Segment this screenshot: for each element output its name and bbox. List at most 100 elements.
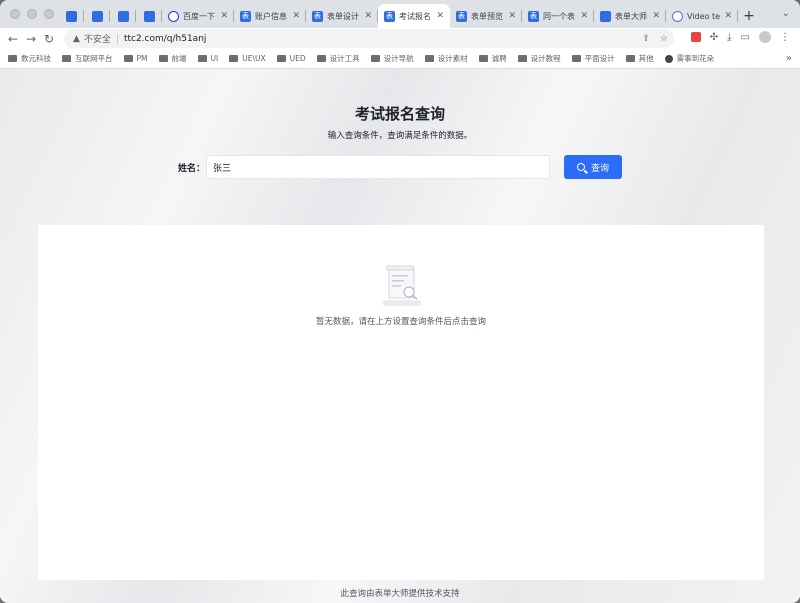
bookmark-label: 设计导航 bbox=[383, 54, 414, 63]
doc-icon bbox=[600, 10, 611, 22]
toolbar-actions: ✣ ⤓ ▭ ⋮ bbox=[690, 31, 790, 43]
bookmark-item[interactable]: 设计导航 bbox=[370, 53, 414, 64]
bookmarks-bar: 数元科技 互联网平台 PM 前端 UI UE\UX UED 设计工具 设计导航 设计素材 诚聘 设计教… bbox=[0, 49, 800, 69]
name-input[interactable] bbox=[206, 155, 550, 179]
page-content: 考试报名查询 输入查询条件，查询满足条件的数据。 姓名： 查询 暂无数据，请在上… bbox=[0, 69, 800, 603]
back-arrow-icon[interactable]: ← bbox=[4, 32, 22, 46]
bookmark-item[interactable]: 设计素材 bbox=[424, 53, 468, 64]
menu-kebab-icon[interactable]: ⋮ bbox=[780, 32, 790, 43]
extension-icon[interactable] bbox=[690, 32, 701, 42]
download-icon[interactable]: ⤓ bbox=[727, 32, 731, 43]
bookmark-item[interactable]: 数元科技 bbox=[8, 53, 51, 64]
tab-9[interactable]: 表同一个表 ✕ bbox=[522, 4, 594, 28]
bookmark-label: 设计素材 bbox=[437, 54, 468, 63]
puzzle-icon[interactable]: ✣ bbox=[710, 32, 718, 43]
folder-icon bbox=[571, 55, 581, 62]
minimize-window-button[interactable] bbox=[27, 9, 37, 19]
tab-6[interactable]: 表表单设计 ✕ bbox=[306, 4, 378, 28]
bookmark-item[interactable]: 设计工具 bbox=[316, 53, 360, 64]
close-tab-icon[interactable]: ✕ bbox=[364, 11, 372, 21]
tab-0[interactable] bbox=[58, 4, 84, 28]
url-text: ttc2.com/q/h51anj bbox=[123, 33, 207, 44]
tab-5[interactable]: 表账户信息 ✕ bbox=[234, 4, 306, 28]
bookmark-item[interactable]: UI bbox=[197, 54, 219, 63]
folder-icon bbox=[123, 55, 133, 62]
tab-label: 表单大师 bbox=[615, 11, 647, 21]
close-tab-icon[interactable]: ✕ bbox=[436, 11, 444, 21]
tab-7[interactable]: 表考试报名 ✕ bbox=[378, 4, 450, 28]
close-tab-icon[interactable]: ✕ bbox=[220, 11, 228, 21]
tab-3[interactable] bbox=[136, 4, 162, 28]
tab-2[interactable] bbox=[110, 4, 136, 28]
tab-11[interactable]: Video te ✕ bbox=[666, 4, 738, 28]
bookmark-star-icon[interactable]: ☆ bbox=[660, 34, 668, 44]
bookmark-label: 雾事到花朵 bbox=[676, 54, 715, 63]
folder-icon bbox=[625, 55, 635, 62]
close-tab-icon[interactable]: ✕ bbox=[724, 11, 732, 21]
bookmark-item[interactable]: UED bbox=[276, 54, 306, 63]
app-icon bbox=[143, 10, 155, 22]
bookmark-label: 平面设计 bbox=[584, 54, 615, 63]
reload-icon[interactable]: ↻ bbox=[40, 32, 58, 46]
folder-icon bbox=[478, 55, 488, 62]
folder-icon bbox=[517, 55, 527, 62]
tab-10[interactable]: 表单大师 ✕ bbox=[594, 4, 666, 28]
query-form: 姓名： 查询 bbox=[178, 155, 622, 179]
bookmark-label: 设计教程 bbox=[530, 54, 561, 63]
tab-label: 百度一下 bbox=[183, 11, 215, 21]
more-bookmarks-icon[interactable]: » bbox=[786, 53, 792, 64]
share-icon[interactable]: ⇪ bbox=[642, 34, 650, 44]
profile-avatar[interactable] bbox=[759, 31, 771, 43]
window-controls bbox=[10, 9, 54, 19]
folder-icon bbox=[370, 55, 380, 62]
bookmark-item[interactable]: 互联网平台 bbox=[62, 53, 113, 64]
app-icon bbox=[117, 10, 129, 22]
bookmark-item[interactable]: 其他 bbox=[625, 53, 654, 64]
bookmark-label: 互联网平台 bbox=[75, 54, 113, 63]
folder-icon bbox=[316, 55, 326, 62]
new-tab-button[interactable]: + bbox=[738, 4, 760, 28]
query-button-label: 查询 bbox=[590, 163, 609, 174]
close-tab-icon[interactable]: ✕ bbox=[652, 11, 660, 21]
folder-icon bbox=[424, 55, 434, 62]
page-subtitle: 输入查询条件，查询满足条件的数据。 bbox=[327, 131, 473, 141]
folder-icon bbox=[8, 55, 17, 62]
forward-arrow-icon[interactable]: → bbox=[22, 32, 40, 46]
folder-icon bbox=[229, 55, 239, 62]
security-label: 不安全 bbox=[83, 35, 111, 45]
bookmark-item[interactable]: 雾事到花朵 bbox=[664, 53, 715, 64]
bookmark-item[interactable]: 诚聘 bbox=[478, 53, 507, 64]
query-button[interactable]: 查询 bbox=[564, 155, 622, 179]
bookmark-label: 前端 bbox=[171, 54, 187, 63]
bookmark-item[interactable]: 设计教程 bbox=[517, 53, 561, 64]
folder-icon bbox=[197, 55, 207, 62]
bookmark-item[interactable]: 前端 bbox=[158, 53, 187, 64]
video-icon bbox=[672, 10, 683, 22]
close-tab-icon[interactable]: ✕ bbox=[292, 11, 300, 21]
tab-label: 同一个表 bbox=[543, 11, 575, 21]
tab-8[interactable]: 表表单预览 ✕ bbox=[450, 4, 522, 28]
app-icon bbox=[91, 10, 103, 22]
bookmark-label: 其他 bbox=[638, 54, 654, 63]
bookmark-label: 设计工具 bbox=[329, 54, 360, 63]
tab-search-chevron-icon[interactable]: ⌄ bbox=[782, 8, 790, 19]
footer-text: 此查询由表单大师提供技术支持 bbox=[340, 589, 460, 599]
bookmark-label: PM bbox=[136, 54, 148, 63]
bookmark-item[interactable]: PM bbox=[123, 54, 148, 63]
address-bar[interactable]: ▲ 不安全 ttc2.com/q/h51anj ⇪ ☆ bbox=[64, 29, 674, 48]
bookmark-item[interactable]: 平面设计 bbox=[571, 53, 615, 64]
tab-strip: 百度一下 ✕ 表账户信息 ✕ 表表单设计 ✕ 表考试报名 ✕ 表表单预览 ✕ 表同一个表 ✕ 表单大师 ✕… bbox=[0, 0, 800, 28]
empty-document-icon bbox=[383, 265, 421, 306]
zoom-window-button[interactable] bbox=[44, 9, 54, 19]
sidebar-icon[interactable]: ▭ bbox=[741, 32, 750, 43]
close-tab-icon[interactable]: ✕ bbox=[580, 11, 588, 21]
bookmark-label: UED bbox=[289, 54, 306, 63]
browser-window: 百度一下 ✕ 表账户信息 ✕ 表表单设计 ✕ 表考试报名 ✕ 表表单预览 ✕ 表同一个表 ✕ 表单大师 ✕… bbox=[0, 0, 800, 603]
close-window-button[interactable] bbox=[10, 9, 20, 19]
bookmark-label: UI bbox=[210, 54, 219, 63]
tab-1[interactable] bbox=[84, 4, 110, 28]
bookmark-item[interactable]: UE\UX bbox=[229, 54, 266, 63]
close-tab-icon[interactable]: ✕ bbox=[508, 11, 516, 21]
form-icon: 表 bbox=[456, 10, 467, 22]
tab-4[interactable]: 百度一下 ✕ bbox=[162, 4, 234, 28]
